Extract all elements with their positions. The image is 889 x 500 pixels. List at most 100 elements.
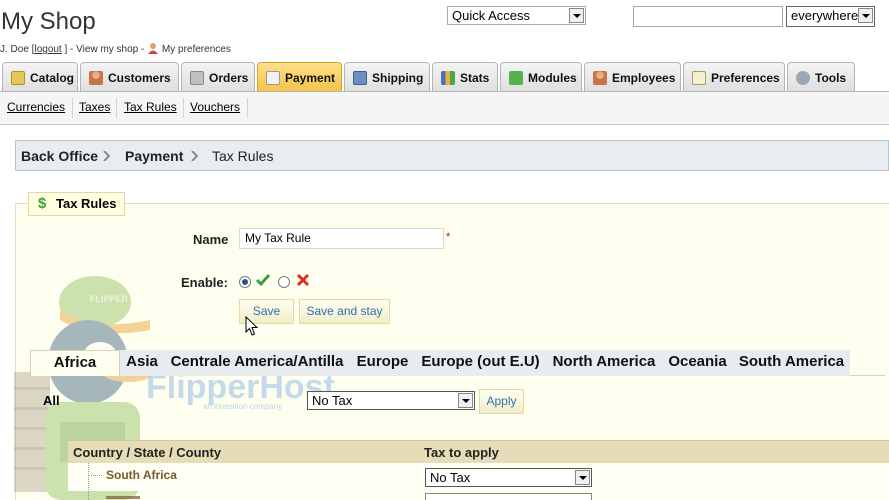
search-input[interactable]	[633, 6, 783, 27]
folder-icon	[11, 71, 25, 85]
subnav-divider	[183, 98, 184, 118]
tab-label: Stats	[460, 71, 490, 85]
my-preferences-link[interactable]: My preferences	[162, 44, 231, 55]
quick-access-select[interactable]: Quick Access	[447, 6, 586, 25]
search-scope-select[interactable]: everywhere	[786, 6, 875, 27]
name-input[interactable]: My Tax Rule	[239, 228, 444, 249]
chevron-down-icon	[569, 8, 584, 23]
apply-button[interactable]: Apply	[479, 389, 524, 414]
subnav-divider	[116, 98, 117, 118]
tab-label: Shipping	[372, 71, 424, 85]
tree-branch	[88, 475, 102, 476]
tab-label: Catalog	[30, 71, 75, 85]
zone-tab-oceania[interactable]: Oceania	[662, 350, 733, 376]
next-row-select-partial[interactable]	[425, 493, 592, 500]
legend-label: Tax Rules	[56, 196, 117, 211]
zone-tab-europe-out-eu[interactable]: Europe (out E.U)	[415, 350, 546, 376]
zone-tab-asia[interactable]: Asia	[120, 350, 164, 376]
tab-label: Modules	[528, 71, 577, 85]
tab-stats[interactable]: Stats	[432, 62, 498, 92]
tree-line	[88, 463, 89, 500]
puzzle-icon	[509, 71, 523, 85]
watermark-cap-text: FLIPPER HOST	[90, 294, 156, 304]
zone-tab-south-america[interactable]: South America	[733, 350, 850, 376]
subnav-taxes[interactable]: Taxes	[79, 100, 110, 114]
wrench-icon	[796, 71, 810, 85]
chevron-right-icon	[103, 151, 110, 161]
preferences-user-icon	[148, 43, 159, 54]
main-tabs: Catalog Customers Orders Payment Shippin…	[0, 62, 889, 92]
tab-label: Customers	[108, 71, 171, 85]
tab-label: Payment	[285, 71, 336, 85]
table-header: Country / State / County Tax to apply	[68, 440, 889, 463]
zone-tab-africa[interactable]: Africa	[30, 350, 120, 376]
chevron-down-icon	[575, 470, 590, 485]
truck-icon	[353, 71, 367, 85]
view-shop-link[interactable]: ] - View my shop -	[65, 44, 145, 55]
tab-preferences[interactable]: Preferences	[683, 62, 785, 92]
tab-customers[interactable]: Customers	[80, 62, 179, 92]
sub-navigation: Currencies Taxes Tax Rules Vouchers	[0, 92, 889, 125]
watermark-tagline: an investlion company	[203, 402, 283, 411]
enable-label: Enable:	[181, 275, 228, 290]
required-marker: *	[446, 231, 451, 243]
tab-label: Employees	[612, 71, 676, 85]
chevron-down-icon	[858, 8, 873, 23]
zone-tabs: Africa Asia Centrale America/Antilla Eur…	[30, 350, 850, 376]
cross-icon	[296, 273, 310, 287]
user-name: J. Doe [	[0, 44, 35, 55]
shop-title: My Shop	[1, 8, 96, 35]
save-and-stay-button[interactable]: Save and stay	[299, 299, 390, 324]
tab-modules[interactable]: Modules	[500, 62, 582, 92]
tab-tools[interactable]: Tools	[787, 62, 855, 92]
search-scope-value: everywhere	[791, 8, 859, 23]
tab-label: Preferences	[711, 71, 780, 85]
country-name: South Africa	[106, 468, 177, 482]
logout-link[interactable]: logout	[34, 44, 61, 55]
subnav-divider	[247, 98, 248, 118]
enable-no-radio[interactable]	[278, 276, 290, 288]
cart-icon	[190, 71, 204, 85]
zone-tab-central-america[interactable]: Centrale America/Antilla	[164, 350, 350, 376]
next-row-partial	[106, 493, 146, 500]
tab-shipping[interactable]: Shipping	[344, 62, 430, 92]
employee-icon	[593, 71, 607, 85]
tab-orders[interactable]: Orders	[181, 62, 255, 92]
breadcrumb: Back Office Payment Tax Rules	[15, 140, 889, 171]
breadcrumb-back-office[interactable]: Back Office	[21, 148, 98, 164]
breadcrumb-tax-rules: Tax Rules	[212, 148, 274, 164]
country-tax-select[interactable]: No Tax	[425, 468, 592, 487]
user-icon	[89, 71, 103, 85]
user-line: J. Doe [logout ] - View my shop - My pre…	[0, 42, 231, 55]
column-country: Country / State / County	[73, 445, 222, 460]
subnav-tax-rules[interactable]: Tax Rules	[124, 100, 177, 114]
zone-tab-europe[interactable]: Europe	[350, 350, 415, 376]
all-label: All	[43, 393, 60, 408]
all-tax-value: No Tax	[312, 393, 353, 408]
fieldset-legend: $ Tax Rules	[28, 192, 126, 216]
subnav-currencies[interactable]: Currencies	[7, 100, 65, 114]
subnav-vouchers[interactable]: Vouchers	[190, 100, 240, 114]
chevron-right-icon	[191, 151, 198, 161]
check-icon	[255, 274, 271, 287]
subnav-divider	[72, 98, 73, 118]
mouse-cursor-icon	[245, 316, 259, 336]
all-tax-select[interactable]: No Tax	[307, 391, 475, 410]
chevron-down-icon	[458, 393, 473, 408]
column-tax: Tax to apply	[424, 445, 499, 460]
dollar-icon: $	[38, 195, 47, 212]
stats-icon	[441, 71, 455, 85]
tab-label: Orders	[209, 71, 249, 85]
quick-access-value: Quick Access	[452, 8, 531, 23]
zone-tab-north-america[interactable]: North America	[546, 350, 662, 376]
breadcrumb-payment[interactable]: Payment	[125, 148, 183, 164]
tab-payment[interactable]: Payment	[257, 62, 342, 92]
tab-catalog[interactable]: Catalog	[2, 62, 78, 92]
country-tax-value: No Tax	[430, 470, 471, 485]
payment-icon	[266, 71, 280, 85]
tab-label: Tools	[815, 71, 847, 85]
preferences-icon	[692, 71, 706, 85]
enable-yes-radio[interactable]	[239, 276, 251, 288]
name-label: Name	[193, 232, 229, 247]
tab-employees[interactable]: Employees	[584, 62, 681, 92]
